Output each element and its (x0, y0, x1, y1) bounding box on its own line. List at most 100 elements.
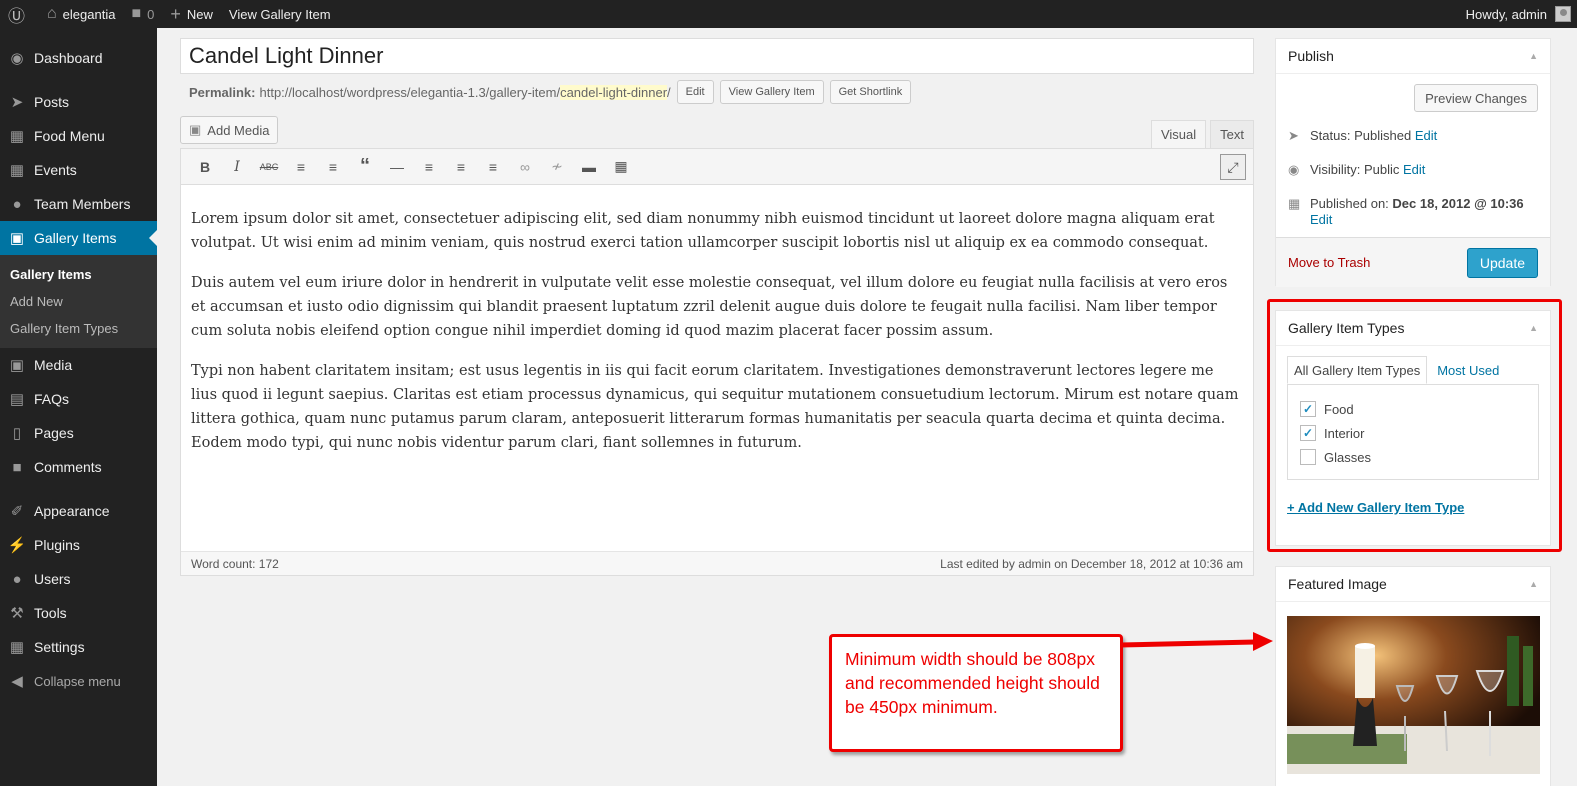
view-gallery-item-button[interactable]: View Gallery Item (719, 80, 824, 104)
gallery-icon: ▣ (9, 230, 25, 247)
calendar-icon: ▦ (9, 162, 25, 179)
collapse-arrow-icon[interactable]: ▲ (1529, 51, 1538, 61)
visibility-row: ◉ Visibility: Public Edit (1288, 162, 1426, 177)
menu-users[interactable]: ● Users (0, 562, 157, 596)
featured-header[interactable]: Featured Image ▲ (1276, 567, 1550, 602)
featured-image[interactable] (1287, 616, 1540, 774)
menu-tools[interactable]: ⚒ Tools (0, 596, 157, 630)
edit-visibility-link[interactable]: Edit (1403, 162, 1425, 177)
strikethrough-icon[interactable]: ABC (253, 162, 285, 172)
toolbar-toggle-icon[interactable]: ▦ (605, 158, 637, 175)
collapse-arrow-icon[interactable]: ▲ (1529, 579, 1538, 589)
menu-plugins[interactable]: ⚡ Plugins (0, 528, 157, 562)
eye-icon: ◉ (1288, 162, 1300, 177)
annotation-callout: Minimum width should be 808px and recomm… (829, 634, 1123, 752)
plus-icon: + (170, 3, 181, 24)
media-icon: ▣ (189, 122, 202, 137)
plug-icon: ⚡ (7, 537, 27, 554)
move-to-trash-link[interactable]: Move to Trash (1288, 255, 1370, 270)
menu-posts[interactable]: ➤ Posts (0, 85, 157, 119)
menu-faqs[interactable]: ▤ FAQs (0, 382, 157, 416)
avatar (1555, 6, 1571, 22)
annotation-arrow-icon (1120, 632, 1273, 651)
menu-food-menu[interactable]: ▦ Food Menu (0, 119, 157, 153)
wrench-icon: ⚒ (10, 605, 24, 622)
pin-icon: ➤ (1288, 128, 1299, 143)
callout-text: Minimum width should be 808px and recomm… (845, 649, 1100, 717)
permalink-base: http://localhost/wordpress/elegantia-1.3… (259, 84, 561, 100)
checkbox-food[interactable]: ✓ (1300, 401, 1316, 417)
italic-icon[interactable]: I (221, 159, 253, 175)
wordpress-logo-icon[interactable]: Ⓤ (0, 0, 39, 28)
editor-box: B I ABC ≡ ≡ “ — ≡ ≡ ≡ ∞ ≁ ▬ ▦ ⤢ Lorem ip… (180, 148, 1254, 576)
paintbrush-icon: ✐ (10, 503, 24, 520)
publish-box: Publish ▲ Preview Changes ➤ Status: Publ… (1275, 38, 1551, 287)
menu-events[interactable]: ▦ Events (0, 153, 157, 187)
collapse-icon: ◀ (11, 673, 23, 690)
checkbox-glasses[interactable] (1300, 449, 1316, 465)
collapse-arrow-icon[interactable]: ▲ (1529, 323, 1538, 333)
list-item[interactable]: Glasses (1300, 445, 1526, 469)
menu-gallery-items[interactable]: ▣ Gallery Items (0, 221, 157, 255)
menu-dashboard[interactable]: ◉ Dashboard (0, 41, 157, 75)
bullet-list-icon[interactable]: ≡ (285, 159, 317, 175)
publish-actions: Move to Trash Update (1276, 237, 1550, 287)
site-name-link[interactable]: ⌂ elegantia (39, 0, 123, 28)
tab-text[interactable]: Text (1210, 120, 1254, 148)
paragraph: Lorem ipsum dolor sit amet, consectetuer… (191, 211, 1215, 251)
status-row: ➤ Status: Published Edit (1288, 128, 1438, 143)
list-item[interactable]: ✓ Interior (1300, 421, 1526, 445)
add-media-button[interactable]: ▣ Add Media (180, 116, 279, 144)
comments-link[interactable]: ■ 0 (123, 0, 162, 28)
user-icon: ● (12, 195, 22, 213)
bold-icon[interactable]: B (189, 159, 221, 175)
tab-visual[interactable]: Visual (1150, 120, 1207, 148)
read-more-icon[interactable]: ▬ (573, 159, 605, 175)
preview-changes-button[interactable]: Preview Changes (1414, 84, 1538, 112)
checkbox-interior[interactable]: ✓ (1300, 425, 1316, 441)
submenu-gallery-item-types[interactable]: Gallery Item Types (0, 315, 157, 342)
collapse-menu-button[interactable]: ◀ Collapse menu (0, 664, 157, 698)
blockquote-icon[interactable]: “ (349, 155, 381, 178)
align-left-icon[interactable]: ≡ (413, 159, 445, 175)
edit-permalink-button[interactable]: Edit (676, 80, 714, 104)
types-checklist: ✓ Food ✓ Interior Glasses (1287, 384, 1539, 480)
submenu-gallery-items[interactable]: Gallery Items (0, 261, 157, 288)
edit-date-link[interactable]: Edit (1310, 212, 1332, 227)
view-gallery-item-link[interactable]: View Gallery Item (221, 0, 339, 28)
numbered-list-icon[interactable]: ≡ (317, 159, 349, 175)
fullscreen-icon[interactable]: ⤢ (1220, 154, 1246, 180)
post-title-input[interactable]: Candel Light Dinner (180, 38, 1254, 74)
editor-toolbar: B I ABC ≡ ≡ “ — ≡ ≡ ≡ ∞ ≁ ▬ ▦ ⤢ (181, 149, 1253, 185)
admin-bar: Ⓤ ⌂ elegantia ■ 0 + New View Gallery Ite… (0, 0, 1577, 28)
add-new-type-link[interactable]: + Add New Gallery Item Type (1287, 500, 1539, 515)
my-account[interactable]: Howdy, admin (1466, 6, 1577, 22)
new-content-link[interactable]: + New (162, 0, 221, 28)
site-name: elegantia (62, 6, 116, 22)
submenu-add-new[interactable]: Add New (0, 288, 157, 315)
menu-media[interactable]: ▣ Media (0, 348, 157, 382)
menu-comments[interactable]: ■ Comments (0, 450, 157, 484)
grid-icon: ▦ (9, 128, 25, 145)
tab-most-used[interactable]: Most Used (1431, 356, 1505, 384)
align-right-icon[interactable]: ≡ (477, 159, 509, 175)
types-header[interactable]: Gallery Item Types ▲ (1276, 311, 1550, 346)
permalink-slug[interactable]: candel-light-dinner (560, 84, 668, 100)
menu-appearance[interactable]: ✐ Appearance (0, 494, 157, 528)
update-button[interactable]: Update (1466, 247, 1538, 278)
editor-content[interactable]: Lorem ipsum dolor sit amet, consectetuer… (181, 185, 1253, 551)
menu-settings[interactable]: ▦ Settings (0, 630, 157, 664)
unlink-icon[interactable]: ≁ (541, 158, 573, 175)
horizontal-line-icon[interactable]: — (381, 159, 413, 175)
edit-status-link[interactable]: Edit (1415, 128, 1437, 143)
list-item[interactable]: ✓ Food (1300, 397, 1526, 421)
publish-header[interactable]: Publish ▲ (1276, 39, 1550, 74)
menu-team-members[interactable]: ● Team Members (0, 187, 157, 221)
menu-pages[interactable]: ▯ Pages (0, 416, 157, 450)
get-shortlink-button[interactable]: Get Shortlink (829, 80, 912, 104)
paragraph: Typi non habent claritatem insitam; est … (191, 363, 1239, 451)
align-center-icon[interactable]: ≡ (445, 159, 477, 175)
link-icon[interactable]: ∞ (509, 159, 541, 175)
tab-all-gallery-item-types[interactable]: All Gallery Item Types (1287, 356, 1428, 384)
view-label: View Gallery Item (228, 6, 331, 22)
